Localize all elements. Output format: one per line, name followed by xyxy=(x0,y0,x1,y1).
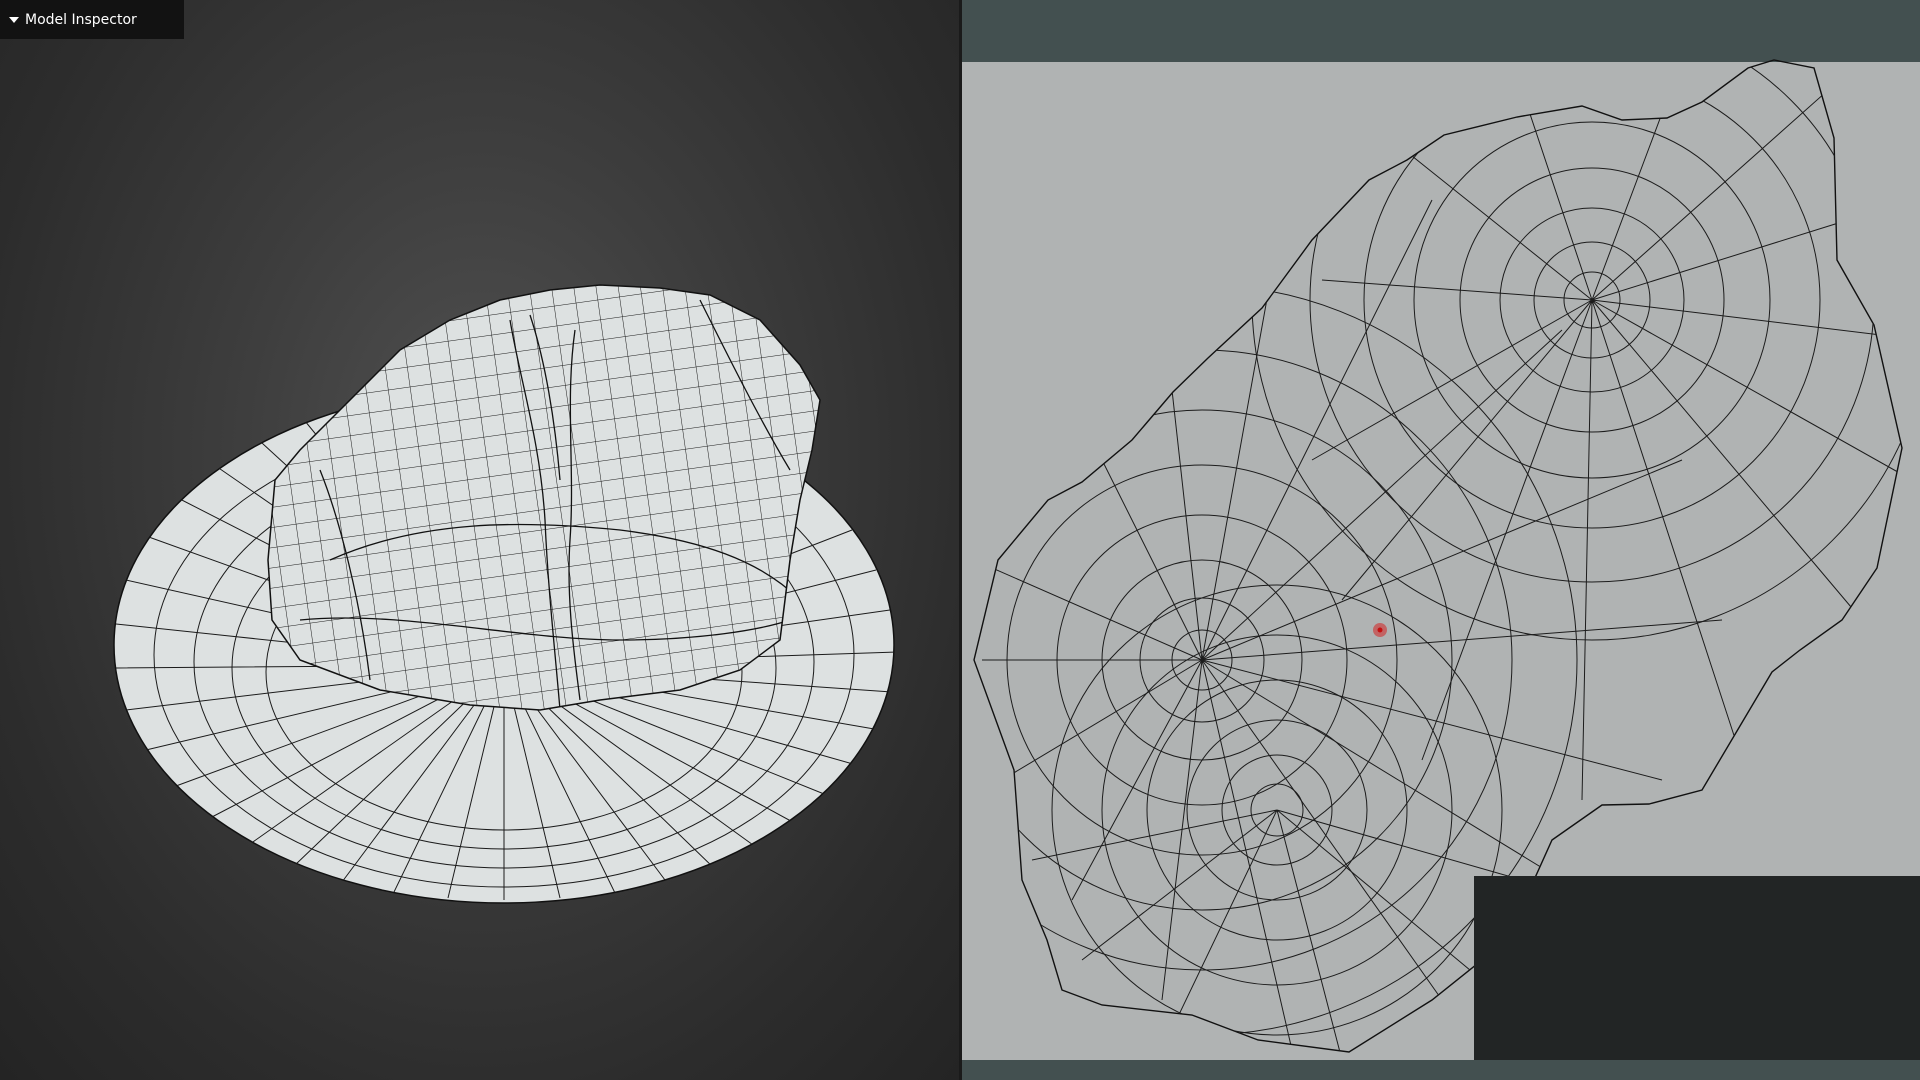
uv-editor-panel[interactable] xyxy=(962,0,1920,1080)
triangle-down-icon[interactable] xyxy=(9,16,19,23)
uv-empty-corner xyxy=(1474,876,1920,1080)
model-inspector-label: Model Inspector xyxy=(25,11,137,28)
model-inspector-tab[interactable]: Model Inspector xyxy=(0,0,184,39)
uv-statusbar xyxy=(962,1060,1920,1080)
hat-mesh-wireframe xyxy=(113,284,895,904)
3d-viewport[interactable]: Model Inspector xyxy=(0,0,961,1080)
